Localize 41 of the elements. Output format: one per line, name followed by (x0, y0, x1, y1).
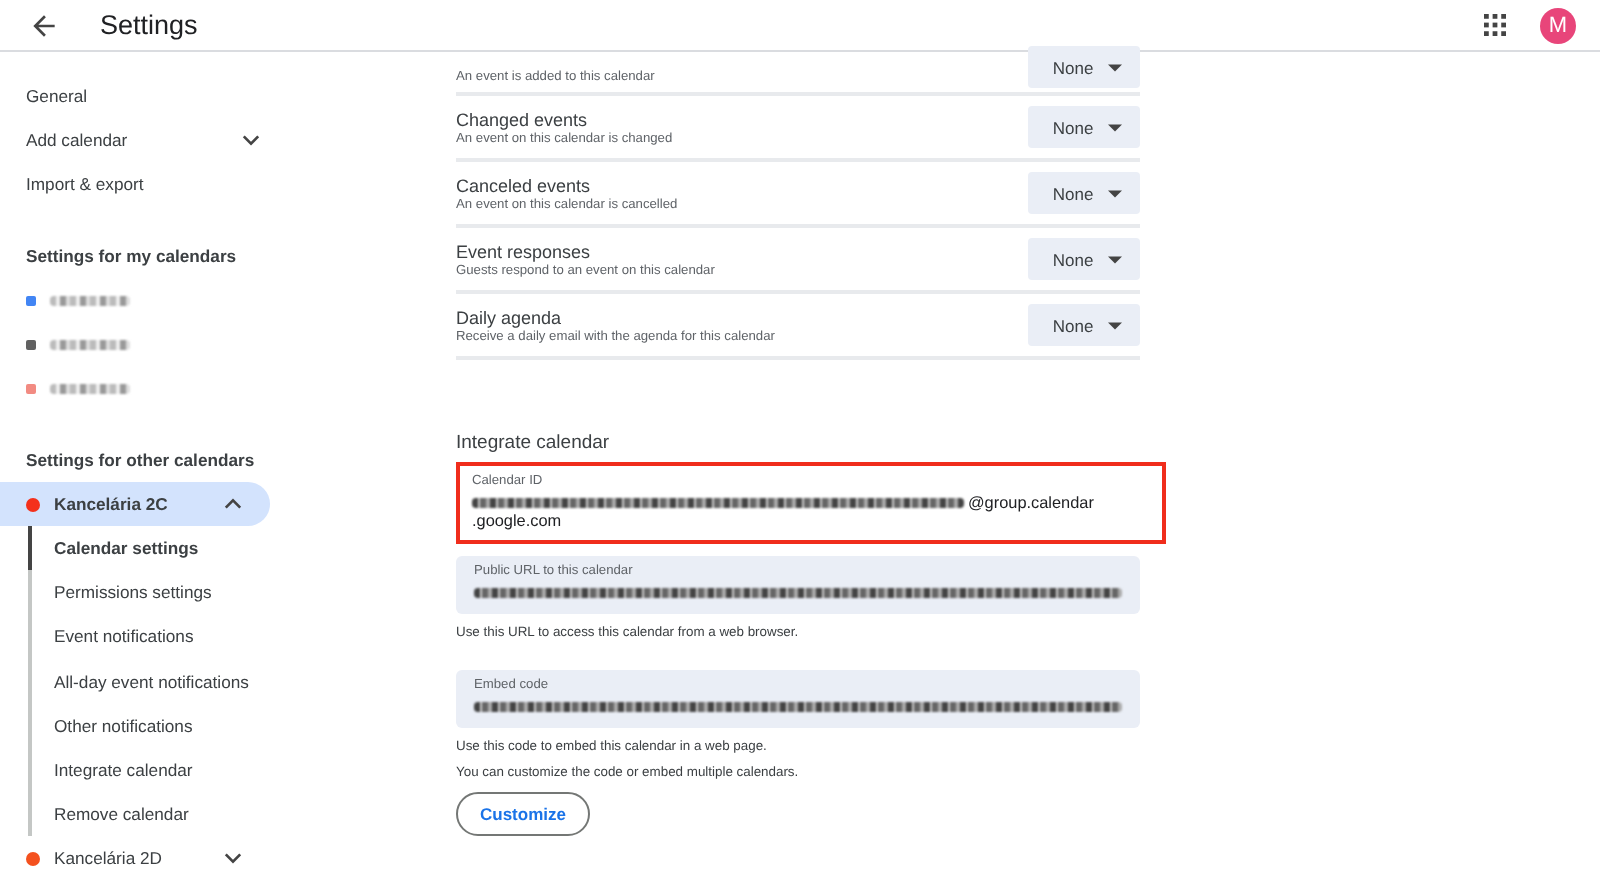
redacted-calendar-name[interactable] (50, 295, 130, 305)
page-title: Settings (100, 10, 198, 40)
calendar-subsection-link[interactable]: Calendar settings (28, 526, 440, 571)
notification-dropdown[interactable]: None (1028, 46, 1140, 88)
calendar-item[interactable]: Kancelária 2D (0, 836, 270, 872)
calendar-subsection-link[interactable]: Other notifications (32, 703, 440, 748)
calendar-id-domain: .google.com (472, 512, 564, 530)
dropdown-caret-icon (1107, 123, 1122, 131)
notification-title: Daily agenda (456, 307, 564, 327)
redacted-calendar-name[interactable] (50, 339, 130, 349)
sidebar-item[interactable]: General (0, 74, 260, 118)
apps-grid-icon[interactable] (1484, 14, 1506, 36)
notification-title: Event responses (456, 241, 593, 261)
calendar-subsection-link[interactable]: All-day event notifications (32, 659, 440, 704)
calendar-id-domain: @group.calendar (968, 494, 1094, 512)
dropdown-caret-icon (1107, 63, 1122, 71)
calendar-subsection-link[interactable]: Permissions settings (32, 570, 440, 615)
notification-title: Changed events (456, 109, 590, 129)
calendar-subsection-link[interactable]: Integrate calendar (32, 747, 440, 793)
customize-button[interactable]: Customize (456, 792, 590, 836)
dropdown-caret-icon (1107, 321, 1122, 329)
notification-dropdown[interactable]: None (1028, 106, 1140, 148)
calendar-subsection-link[interactable]: Event notifications (32, 614, 440, 660)
section-heading: Settings for other calendars (24, 448, 257, 474)
calendar-subsection-link[interactable]: Remove calendar (32, 792, 440, 837)
section-heading: Integrate calendar (456, 432, 612, 454)
notification-dropdown[interactable]: None (1028, 172, 1140, 214)
sidebar-item[interactable]: Add calendar (0, 118, 260, 162)
notification-title: Canceled events (456, 175, 593, 195)
calendar-item[interactable]: Kancelária 2C (0, 482, 270, 526)
dropdown-caret-icon (1107, 255, 1122, 263)
dropdown-caret-icon (1107, 189, 1122, 197)
redacted-calendar-name[interactable] (50, 383, 130, 393)
account-avatar[interactable]: M (1540, 7, 1576, 43)
notification-dropdown[interactable]: None (1028, 238, 1140, 280)
calendar-name: Kancelária 2C (54, 494, 170, 514)
sidebar-item[interactable]: Import & export (0, 162, 260, 206)
section-heading: Settings for my calendars (24, 244, 239, 270)
chevron-down-icon (242, 134, 260, 146)
notification-dropdown[interactable]: None (1028, 304, 1140, 346)
calendar-name: Kancelária 2D (54, 848, 164, 869)
